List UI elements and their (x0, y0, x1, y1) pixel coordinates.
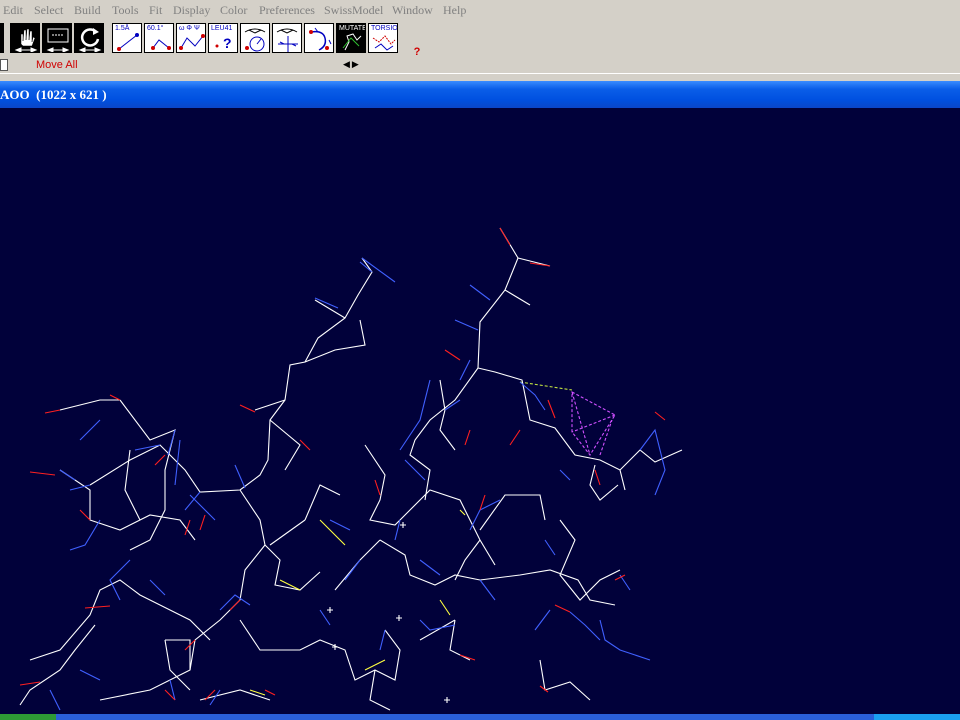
molecule-structure[interactable] (0, 108, 960, 720)
rotate-icon (78, 28, 102, 52)
dihedral-icon (179, 34, 205, 50)
help-icon[interactable]: ? (411, 46, 423, 58)
menu-preferences[interactable]: Preferences (259, 0, 315, 20)
question-icon: ? (215, 35, 232, 51)
svg-text:?: ? (223, 35, 232, 51)
distance-icon (117, 33, 139, 51)
mutate-button[interactable]: MUTATE (336, 23, 366, 53)
monitor-icon (46, 28, 70, 52)
menu-bar: Edit Select Build Tools Fit Display Colo… (0, 0, 960, 20)
menu-tools[interactable]: Tools (112, 0, 139, 20)
status-row: Move All ◀▶ (0, 58, 960, 73)
backbone-bonds (19, 227, 683, 711)
menu-edit[interactable]: Edit (3, 0, 23, 20)
partial-tool-button[interactable] (0, 23, 4, 53)
oxygen-bonds (19, 227, 666, 701)
fit-curve-icon (309, 27, 332, 51)
label-button[interactable]: LEU41 ? (208, 23, 238, 53)
window-title-bar[interactable]: AOO (1022 x 621 ) (0, 81, 960, 108)
angle-icon (151, 39, 171, 50)
menu-fit[interactable]: Fit (149, 0, 162, 20)
taskbar (0, 714, 960, 720)
rotate-button[interactable] (74, 23, 104, 53)
angle-button[interactable]: 60.1° (144, 23, 174, 53)
scroll-arrows[interactable]: ◀▶ (343, 58, 361, 73)
fit-button[interactable] (304, 23, 334, 53)
menu-color[interactable]: Color (220, 0, 247, 20)
menu-select[interactable]: Select (34, 0, 63, 20)
zoom-button[interactable] (42, 23, 72, 53)
sulfur-bonds (249, 509, 466, 696)
menu-help[interactable]: Help (443, 0, 466, 20)
mutate-icon (342, 33, 362, 51)
document-icon (0, 59, 8, 71)
eye-icon (244, 28, 266, 52)
system-tray (874, 714, 960, 720)
mode-label: Move All (36, 59, 78, 71)
toolbar: 1.5Å 60.1° ω Φ Ψ LEU41 ? MUTATE TORSIO ? (0, 20, 960, 58)
menu-display[interactable]: Display (173, 0, 210, 20)
pseudo-atom-markers (327, 522, 450, 703)
torsion-icon (372, 35, 396, 51)
center-atom-button[interactable] (240, 23, 270, 53)
window-title: AOO (1022 x 621 ) (0, 87, 107, 102)
menu-swissmodel[interactable]: SwissModel (324, 0, 383, 20)
move-hand-button[interactable] (10, 23, 40, 53)
nitrogen-bonds (49, 257, 666, 711)
torsion-angle-button[interactable]: ω Φ Ψ (176, 23, 206, 53)
separator (0, 73, 960, 81)
menu-window[interactable]: Window (392, 0, 433, 20)
torsion-button[interactable]: TORSION (368, 23, 398, 53)
target-eye-icon (276, 28, 298, 52)
distance-button[interactable]: 1.5Å (112, 23, 142, 53)
center-view-button[interactable] (272, 23, 302, 53)
start-button[interactable] (0, 714, 56, 720)
molecule-viewport[interactable] (0, 108, 960, 720)
hand-icon (14, 28, 38, 52)
menu-build[interactable]: Build (74, 0, 101, 20)
